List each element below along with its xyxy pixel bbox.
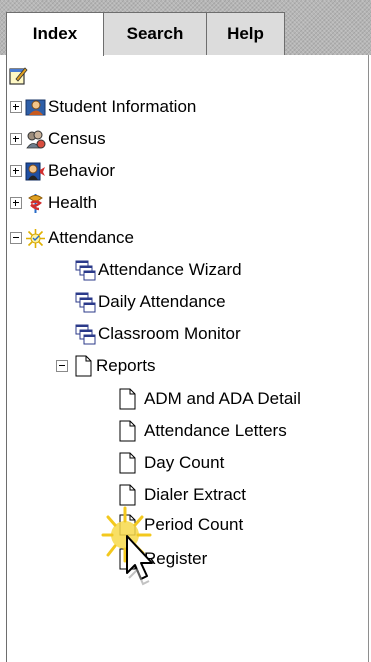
tree-item-label: Behavior — [48, 161, 116, 180]
tree-item-attendance-wizard[interactable]: Attendance Wizard — [75, 256, 242, 284]
tab-index[interactable]: Index — [6, 12, 104, 56]
report-item-attendance-letters[interactable]: Attendance Letters — [119, 417, 287, 445]
document-icon — [119, 388, 136, 410]
tree-item-label: Census — [48, 129, 106, 148]
tab-search[interactable]: Search — [103, 12, 207, 55]
expand-icon[interactable] — [10, 197, 22, 209]
behavior-icon — [25, 162, 45, 180]
document-icon — [119, 420, 136, 442]
report-item-label: Attendance Letters — [144, 421, 287, 440]
tab-help[interactable]: Help — [206, 12, 285, 55]
tree-item-label: Student Information — [48, 97, 197, 116]
report-item-label: ADM and ADA Detail — [144, 389, 301, 408]
tree-item-label: Daily Attendance — [98, 292, 226, 311]
tree-item-student-information[interactable]: Student Information — [10, 93, 196, 121]
tree-item-daily-attendance[interactable]: Daily Attendance — [75, 288, 226, 316]
tree-item-classroom-monitor[interactable]: Classroom Monitor — [75, 320, 241, 348]
report-item-label: Day Count — [144, 453, 225, 472]
document-icon — [119, 452, 136, 474]
document-icon — [119, 514, 136, 536]
tree-item-label: Attendance — [48, 228, 135, 247]
report-item-register[interactable]: Register — [119, 545, 207, 573]
tree-item-behavior[interactable]: Behavior — [10, 157, 115, 185]
tree-item-label: Health — [48, 193, 98, 212]
tree-item-reports[interactable]: Reports — [56, 352, 156, 380]
expand-icon[interactable] — [10, 133, 22, 145]
tool-windows-icon — [75, 324, 96, 344]
collapse-icon[interactable] — [10, 232, 22, 244]
tab-bar: Index Search Help — [0, 0, 371, 56]
tree-item-label: Classroom Monitor — [98, 324, 241, 343]
toolbar — [8, 61, 31, 89]
report-item-label: Dialer Extract — [144, 485, 247, 504]
document-icon — [119, 484, 136, 506]
tree-item-label: Attendance Wizard — [98, 260, 242, 279]
report-item-label: Register — [144, 549, 208, 568]
document-icon — [119, 548, 136, 570]
report-item-adm-ada-detail[interactable]: ADM and ADA Detail — [119, 385, 301, 413]
census-icon — [26, 130, 46, 148]
health-icon — [28, 193, 43, 213]
tree-item-label: Reports — [96, 356, 156, 375]
edit-note-icon[interactable] — [8, 65, 29, 86]
expand-icon[interactable] — [10, 101, 22, 113]
student-icon — [25, 99, 46, 115]
report-item-label: Period Count — [144, 515, 244, 534]
report-item-dialer-extract[interactable]: Dialer Extract — [119, 481, 246, 509]
tool-windows-icon — [75, 260, 96, 280]
tool-windows-icon — [75, 292, 96, 312]
report-item-period-count[interactable]: Period Count — [119, 511, 243, 539]
report-item-day-count[interactable]: Day Count — [119, 449, 224, 477]
attendance-icon — [26, 228, 45, 248]
tree-item-attendance[interactable]: Attendance — [10, 224, 134, 252]
tree-item-health[interactable]: Health — [10, 189, 97, 217]
collapse-icon[interactable] — [56, 360, 68, 372]
tree-item-census[interactable]: Census — [10, 125, 106, 153]
expand-icon[interactable] — [10, 165, 22, 177]
document-icon — [75, 355, 92, 377]
